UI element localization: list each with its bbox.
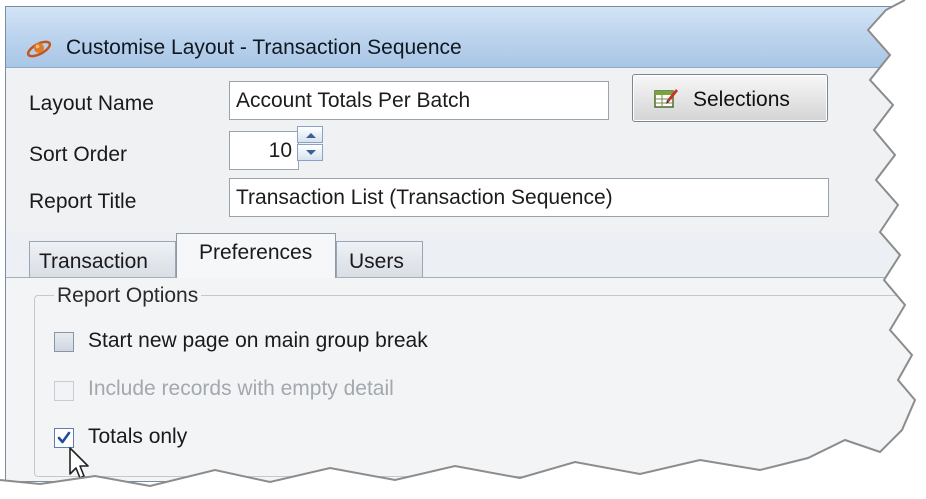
sort-order-input[interactable]: 10 (229, 131, 299, 170)
tab-transaction-label: Transaction (39, 250, 148, 273)
selections-button[interactable]: Selections (632, 74, 828, 122)
totals-only-label[interactable]: Totals only (88, 425, 187, 449)
chevron-down-icon (306, 150, 316, 155)
spin-down-button[interactable] (297, 144, 323, 161)
tab-transaction[interactable]: Transaction (29, 241, 176, 277)
window-title: Customise Layout - Transaction Sequence (66, 36, 462, 59)
layout-name-label: Layout Name (29, 92, 154, 115)
report-options-title: Report Options (54, 284, 202, 308)
table-edit-icon (654, 89, 678, 108)
spin-up-button[interactable] (297, 126, 323, 143)
selections-button-label: Selections (693, 88, 790, 111)
layout-name-input[interactable]: Account Totals Per Batch (229, 81, 609, 120)
include-empty-detail-checkbox[interactable] (54, 381, 74, 401)
title-bar[interactable]: Customise Layout - Transaction Sequence (6, 7, 926, 68)
start-new-page-checkbox[interactable] (54, 332, 74, 352)
tab-strip: Transaction Preferences Users (6, 233, 926, 278)
report-title-input[interactable]: Transaction List (Transaction Sequence) (229, 178, 829, 217)
sort-order-label: Sort Order (29, 143, 128, 166)
tab-preferences[interactable]: Preferences (176, 233, 336, 278)
tab-preferences-label: Preferences (199, 241, 313, 264)
check-mark-icon (57, 431, 71, 444)
start-new-page-label[interactable]: Start new page on main group break (88, 329, 428, 353)
tab-users[interactable]: Users (336, 241, 423, 277)
totals-only-checkbox[interactable] (54, 428, 74, 448)
chevron-up-icon (306, 133, 316, 138)
preferences-panel: Report Options Start new page on main gr… (6, 277, 926, 481)
report-title-label: Report Title (29, 190, 137, 213)
mouse-pointer-icon (69, 447, 89, 479)
include-empty-detail-label[interactable]: Include records with empty detail (88, 377, 394, 401)
tab-users-label: Users (349, 250, 404, 273)
sort-order-spinner[interactable] (297, 126, 325, 162)
satellite-icon (26, 40, 52, 58)
